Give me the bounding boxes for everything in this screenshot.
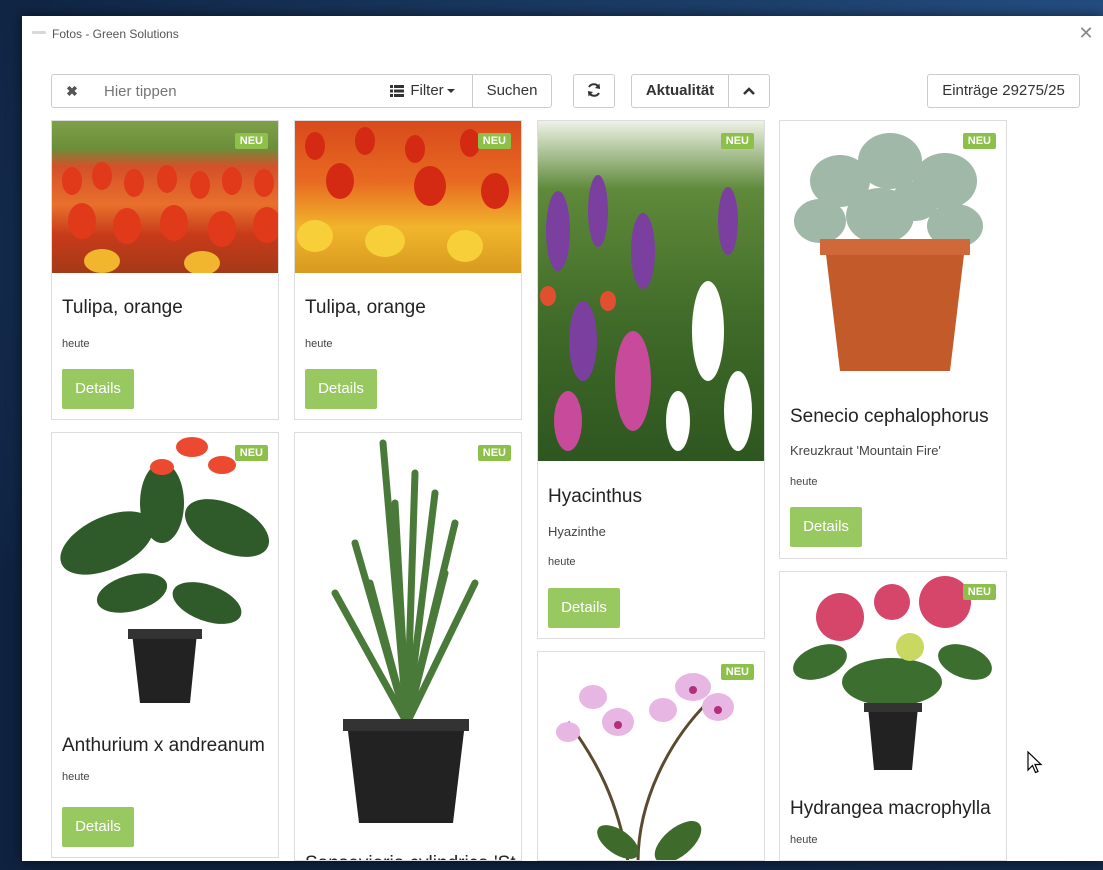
photo-card: NEU Tulipa, orange heute Details [51,120,279,420]
new-badge: NEU [234,445,268,461]
hyacinth-photo [538,121,764,461]
card-date: heute [305,338,333,350]
hydrangea-photo [780,572,1006,774]
anthurium-photo [52,433,278,711]
photo-card: NEU Hyacinthus Hyazinthe heute Details [537,120,765,639]
photo-card: NEU Hydrangea macrophylla heute [779,571,1007,861]
orchid-photo [538,652,764,860]
card-date: heute [548,556,576,568]
details-button[interactable]: Details [548,588,620,628]
app-icon [32,31,46,34]
photo-card: NEU Tulipa, orange heute Details [294,120,522,420]
potted-hydrangea-illustration [793,576,992,770]
potted-anthurium-illustration [60,437,270,703]
card-date: heute [62,771,90,783]
card-title: Tulipa, orange [305,297,426,318]
details-button[interactable]: Details [62,369,134,409]
card-date: heute [790,476,818,488]
refresh-icon [588,83,600,97]
photo-card: NEU Sansevieria cylindrica 'St [294,432,522,861]
new-badge: NEU [962,133,996,149]
photo-card: NEU [537,651,765,861]
caret-down-icon [446,89,455,94]
card-title: Sansevieria cylindrica 'St [305,853,516,860]
card-title: Senecio cephalophorus [790,406,989,427]
card-title: Tulipa, orange [62,297,183,318]
card-title: Hyacinthus [548,486,642,507]
title-bar: Fotos - Green Solutions ✕ [22,16,1103,50]
chevron-up-icon [743,87,755,95]
photos-window: Fotos - Green Solutions ✕ ✖ Filter Suche… [22,16,1103,861]
new-badge: NEU [234,133,268,149]
window-title: Fotos - Green Solutions [52,27,179,41]
card-subtitle: Kreuzkraut 'Mountain Fire' [790,443,941,458]
list-icon [390,85,405,98]
close-icon[interactable]: ✕ [1075,22,1097,44]
card-date: heute [790,834,818,846]
details-button[interactable]: Details [790,507,862,547]
new-badge: NEU [962,584,996,600]
sort-direction-button[interactable] [728,74,770,108]
photo-card: NEU Senecio cephalophorus Kreuzkraut 'Mo… [779,120,1007,559]
clear-search-button[interactable]: ✖ [51,74,93,108]
entries-count-button[interactable]: Einträge 29275/25 [927,74,1080,108]
photo-card: NEU Anthurium x andreanum heute Details [51,432,279,858]
senecio-photo [780,121,1006,383]
details-button[interactable]: Details [62,807,134,847]
refresh-button[interactable] [573,74,615,108]
new-badge: NEU [720,664,754,680]
potted-sansevieria-illustration [331,439,479,823]
card-subtitle: Hyazinthe [548,524,606,539]
mouse-pointer-icon [1027,751,1043,774]
toolbar: ✖ Filter Suchen Aktualität Einträge 2927 [51,74,1081,110]
search-input[interactable] [92,74,374,108]
filter-dropdown[interactable]: Filter [373,74,473,108]
sansevieria-photo [295,433,521,831]
search-button[interactable]: Suchen [472,74,552,108]
hyacinth-illustration [540,175,752,451]
details-button[interactable]: Details [305,369,377,409]
card-date: heute [62,338,90,350]
filter-label: Filter [410,82,444,99]
new-badge: NEU [720,133,754,149]
sort-field-button[interactable]: Aktualität [631,74,729,108]
potted-succulent-illustration [794,133,983,371]
new-badge: NEU [477,133,511,149]
card-title: Anthurium x andreanum [62,735,265,756]
new-badge: NEU [477,445,511,461]
orchid-illustration [556,673,734,860]
card-title: Hydrangea macrophylla [790,798,991,819]
